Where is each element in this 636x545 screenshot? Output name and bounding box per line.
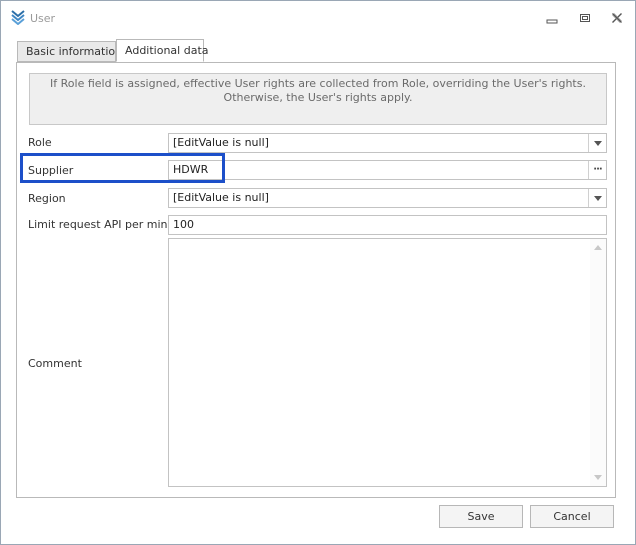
save-button[interactable]: Save — [439, 505, 523, 528]
role-select[interactable]: [EditValue is null] — [168, 133, 607, 153]
region-select[interactable]: [EditValue is null] — [168, 188, 607, 208]
title-bar: User — [1, 1, 635, 35]
comment-label: Comment — [28, 357, 82, 370]
info-line-1: If Role field is assigned, effective Use… — [50, 77, 586, 90]
minimize-icon[interactable] — [543, 9, 561, 27]
scroll-up-icon[interactable] — [594, 245, 602, 250]
role-label: Role — [28, 136, 52, 149]
limit-label: Limit request API per minute — [28, 218, 186, 231]
additional-data-panel: If Role field is assigned, effective Use… — [16, 62, 616, 498]
user-dialog: User Basic information Additional data I… — [0, 0, 636, 545]
chevron-down-icon[interactable] — [588, 189, 606, 207]
comment-memo[interactable] — [168, 238, 607, 487]
role-info-message: If Role field is assigned, effective Use… — [29, 73, 607, 125]
scroll-down-icon[interactable] — [594, 475, 602, 480]
cancel-button[interactable]: Cancel — [530, 505, 614, 528]
app-chevrons-icon — [10, 9, 26, 26]
tab-additional-data[interactable]: Additional data — [116, 39, 209, 62]
role-value: [EditValue is null] — [173, 136, 269, 149]
chevron-down-icon[interactable] — [588, 134, 606, 152]
limit-value: 100 — [173, 218, 194, 231]
info-line-2: Otherwise, the User's rights apply. — [223, 91, 413, 104]
restore-icon[interactable] — [576, 9, 594, 27]
supplier-highlight-box — [20, 153, 225, 183]
tab-basic-information[interactable]: Basic information — [17, 41, 122, 62]
ellipsis-icon[interactable]: ··· — [588, 161, 606, 179]
region-label: Region — [28, 192, 66, 205]
supplier-field[interactable]: HDWR ··· — [168, 160, 607, 180]
close-icon[interactable] — [608, 9, 626, 27]
comment-scrollbar[interactable] — [590, 239, 606, 486]
limit-input[interactable]: 100 — [168, 215, 607, 235]
window-title: User — [30, 12, 56, 25]
region-value: [EditValue is null] — [173, 191, 269, 204]
